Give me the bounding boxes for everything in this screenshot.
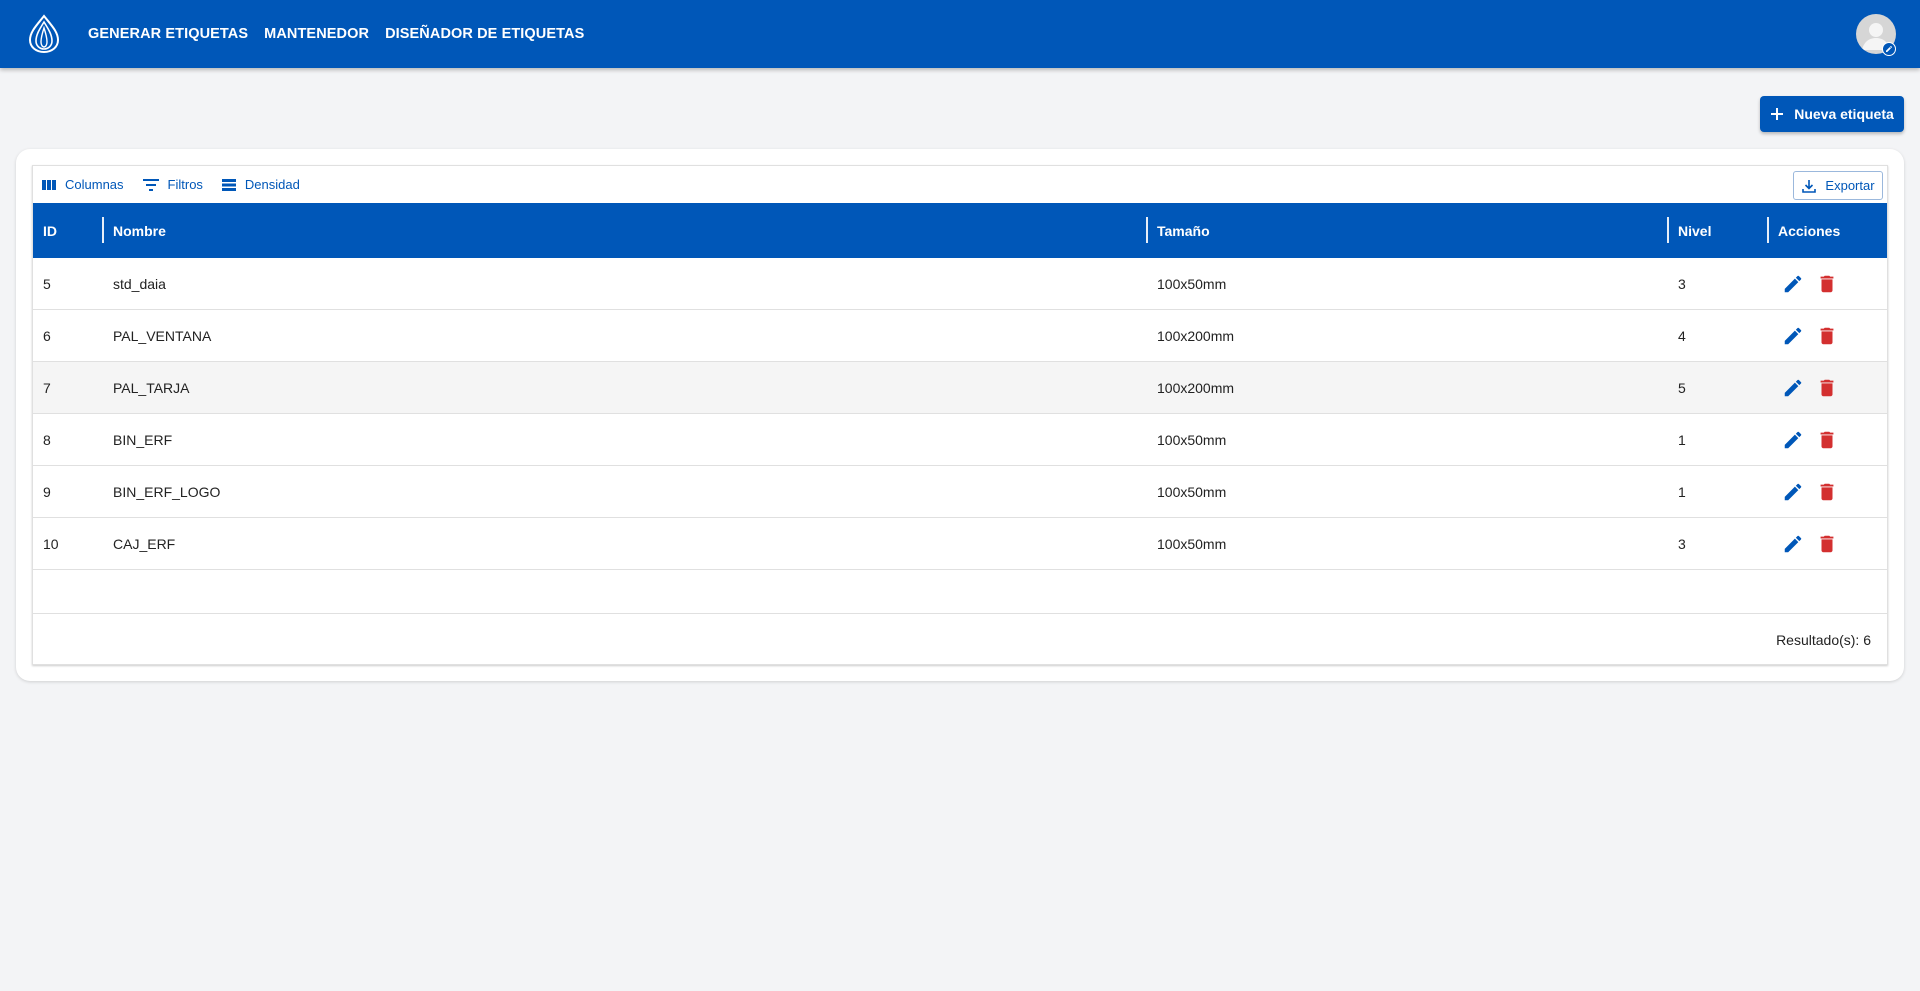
pencil-icon[interactable] [1781,480,1805,504]
results-count: Resultado(s): 6 [1776,632,1871,648]
pencil-icon[interactable] [1781,324,1805,348]
trash-icon[interactable] [1815,532,1839,556]
cell-nombre: PAL_VENTANA [113,328,212,344]
trash-icon[interactable] [1815,272,1839,296]
cell-id: 9 [43,484,51,500]
nav-generar-etiquetas[interactable]: GENERAR ETIQUETAS [88,26,248,42]
app-bar: GENERAR ETIQUETAS MANTENEDOR DISEÑADOR D… [0,0,1920,68]
table-row[interactable]: 6 PAL_VENTANA 100x200mm 4 [33,310,1887,362]
header-nombre[interactable]: Nombre [103,203,1147,258]
table-row[interactable]: 8 BIN_ERF 100x50mm 1 [33,414,1887,466]
cell-tamano: 100x200mm [1157,380,1235,396]
trash-icon[interactable] [1815,376,1839,400]
cell-nivel: 1 [1678,484,1686,500]
cell-id: 7 [43,380,51,396]
avatar-edit-icon[interactable] [1882,42,1896,56]
table-header: ID Nombre Tamaño Nivel Acciones [33,203,1887,258]
nav-disenador-etiquetas[interactable]: DISEÑADOR DE ETIQUETAS [385,26,584,42]
cell-id: 10 [43,536,59,552]
download-icon [1802,179,1817,193]
density-label: Densidad [244,177,300,192]
trash-icon[interactable] [1815,428,1839,452]
new-label-text: Nueva etiqueta [1794,106,1894,122]
cell-nivel: 4 [1678,328,1686,344]
pencil-icon[interactable] [1781,532,1805,556]
cell-nombre: std_daia [113,276,166,292]
data-grid: Columnas Filtros Densidad Exportar ID No… [32,165,1888,665]
grid-toolbar: Columnas Filtros Densidad Exportar [33,166,1887,203]
cell-nombre: BIN_ERF [113,432,173,448]
main-nav: GENERAR ETIQUETAS MANTENEDOR DISEÑADOR D… [88,0,600,68]
filter-icon [142,178,159,191]
plus-icon [1771,108,1784,120]
cell-nombre: CAJ_ERF [113,536,176,552]
cell-nivel: 3 [1678,536,1686,552]
cell-nivel: 5 [1678,380,1686,396]
filters-label: Filtros [167,177,203,192]
pencil-icon[interactable] [1781,272,1805,296]
header-nivel[interactable]: Nivel [1668,203,1768,258]
nav-mantenedor[interactable]: MANTENEDOR [264,26,369,42]
density-button[interactable]: Densidad [221,177,300,192]
export-button[interactable]: Exportar [1793,171,1883,200]
trash-icon[interactable] [1815,324,1839,348]
grid-footer: Resultado(s): 6 [33,613,1887,665]
cell-id: 5 [43,276,51,292]
export-label: Exportar [1825,178,1875,193]
columns-button[interactable]: Columnas [41,177,124,192]
table-row[interactable]: 9 BIN_ERF_LOGO 100x50mm 1 [33,466,1887,518]
pencil-icon[interactable] [1781,376,1805,400]
columns-label: Columnas [65,177,124,192]
pencil-icon[interactable] [1781,428,1805,452]
table-row[interactable]: 5 std_daia 100x50mm 3 [33,258,1887,310]
new-label-button[interactable]: Nueva etiqueta [1760,96,1904,132]
table-row[interactable]: 10 CAJ_ERF 100x50mm 3 [33,518,1887,570]
cell-id: 8 [43,432,51,448]
cell-nombre: PAL_TARJA [113,380,190,396]
filters-button[interactable]: Filtros [142,177,203,192]
cell-tamano: 100x200mm [1157,328,1235,344]
header-id[interactable]: ID [33,203,103,258]
trash-icon[interactable] [1815,480,1839,504]
cell-tamano: 100x50mm [1157,536,1227,552]
cell-nivel: 1 [1678,432,1686,448]
header-acciones: Acciones [1778,222,1841,239]
table-row[interactable]: 7 PAL_TARJA 100x200mm 5 [33,362,1887,414]
cell-id: 6 [43,328,51,344]
cell-tamano: 100x50mm [1157,432,1227,448]
header-tamano[interactable]: Tamaño [1147,203,1668,258]
cell-nombre: BIN_ERF_LOGO [113,484,221,500]
cell-tamano: 100x50mm [1157,276,1227,292]
cell-tamano: 100x50mm [1157,484,1227,500]
table-body: 5 std_daia 100x50mm 3 6 PAL_VENTANA 100x… [33,258,1887,570]
flame-logo-icon[interactable] [26,14,62,54]
cell-nivel: 3 [1678,276,1686,292]
density-icon [221,178,236,191]
columns-icon [42,179,56,190]
